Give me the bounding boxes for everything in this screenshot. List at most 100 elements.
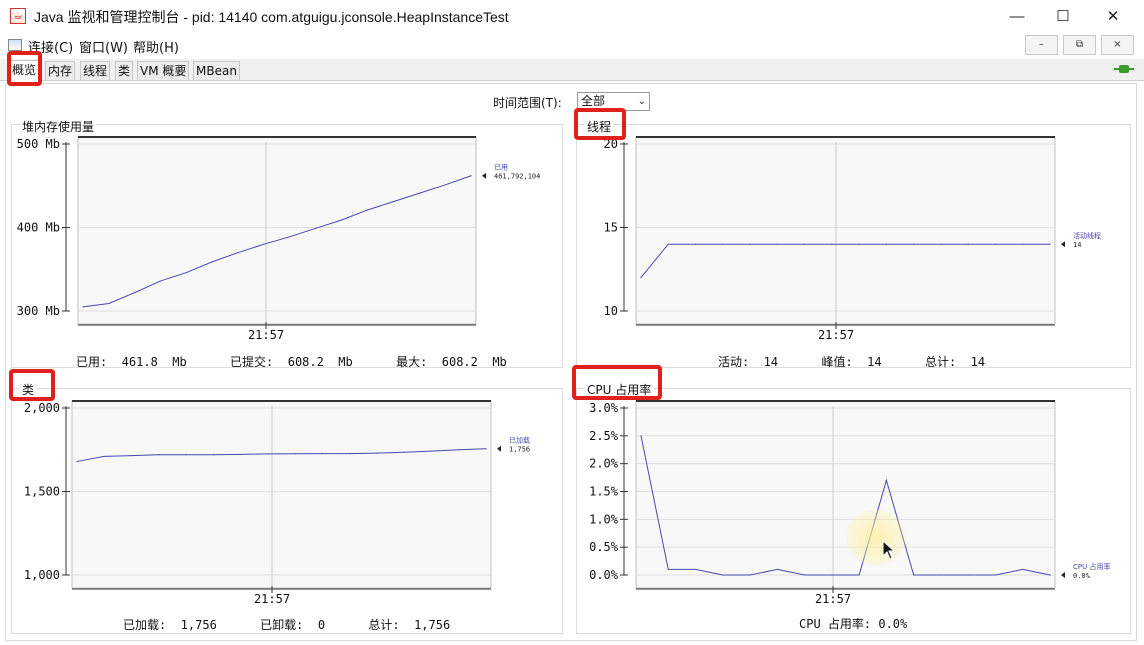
- heap-data-point: [366, 209, 369, 211]
- cpu-legend-name: CPU 占用率: [1073, 562, 1110, 571]
- heap-y-tick-label: 400 Mb: [17, 221, 60, 235]
- heap-y-tick-label: 500 Mb: [17, 137, 60, 151]
- cpu-data-point: [1049, 574, 1051, 576]
- heap-legend-marker-icon: [482, 172, 486, 179]
- cpu-data-point: [831, 574, 833, 576]
- classes-stats: 已加载: 1,756 已卸载: 0 总计: 1,756: [123, 618, 451, 632]
- heap-legend-value: 461,792,104: [494, 173, 540, 181]
- cpu-stats: CPU 占用率: 0.0%: [799, 617, 908, 631]
- heap-legend-name: 已用: [494, 164, 508, 172]
- cpu-data-point: [967, 574, 969, 576]
- threads-legend-marker-icon: [1061, 241, 1065, 248]
- cpu-legend-value: 0.0%: [1073, 572, 1091, 580]
- heap-data-point: [289, 236, 291, 238]
- heap-data-point: [108, 302, 110, 305]
- cpu-y-tick-label: 2.0%: [589, 457, 619, 471]
- threads-data-point: [804, 243, 806, 245]
- cpu-plot-area: [635, 400, 1056, 589]
- cpu-data-point: [994, 574, 997, 576]
- heap-data-point: [470, 175, 472, 177]
- heap-data-point: [444, 184, 446, 186]
- classes-plot-area: [71, 400, 492, 589]
- classes-legend-name: 已加载: [509, 436, 530, 445]
- classes-data-point: [376, 452, 378, 454]
- classes-y-tick-label: 1,500: [24, 485, 60, 499]
- heap-data-point: [160, 280, 162, 282]
- threads-data-point: [967, 243, 969, 245]
- classes-data-point: [349, 452, 351, 455]
- cpu-data-point: [694, 568, 697, 571]
- heap-data-point: [392, 201, 394, 203]
- classes-data-point: [158, 454, 160, 456]
- classes-data-point: [321, 452, 323, 455]
- heap-data-point: [263, 243, 265, 245]
- threads-data-point: [640, 277, 642, 279]
- threads-legend-value: 14: [1073, 241, 1081, 249]
- threads-data-point: [940, 243, 942, 245]
- cpu-data-point: [885, 479, 888, 481]
- classes-x-tick-label: 21:57: [254, 592, 290, 606]
- heap-stats: 已用: 461.8 Mb 已提交: 608.2 Mb 最大: 608.2 Mb: [76, 355, 507, 369]
- cpu-data-point: [722, 574, 724, 576]
- classes-data-point: [212, 454, 214, 456]
- cpu-y-tick-label: 0.0%: [589, 568, 619, 582]
- classes-y-tick-label: 1,000: [24, 568, 60, 582]
- cpu-data-point: [940, 574, 942, 576]
- threads-data-point: [776, 243, 778, 245]
- cursor-highlight: [846, 510, 906, 565]
- highlight-overview-tab: [7, 51, 42, 86]
- classes-data-point: [267, 453, 269, 455]
- cpu-y-tick-label: 0.5%: [589, 540, 619, 554]
- classes-y-tick-label: 2,000: [24, 401, 60, 415]
- threads-data-point: [1049, 243, 1051, 245]
- threads-y-tick-label: 10: [604, 304, 618, 318]
- heap-y-tick-label: 300 Mb: [17, 304, 60, 318]
- threads-y-tick-label: 15: [604, 221, 618, 235]
- threads-data-point: [858, 243, 860, 245]
- heap-data-point: [237, 251, 239, 254]
- highlight-threads-title: [574, 108, 626, 140]
- highlight-classes-title: [9, 369, 55, 401]
- classes-data-point: [458, 449, 460, 451]
- heap-data-point: [341, 219, 343, 221]
- classes-data-point: [240, 453, 242, 456]
- threads-data-point: [913, 243, 915, 245]
- charts-layer: 500 Mb400 Mb300 Mb21:57已用461,792,1042015…: [17, 136, 1110, 606]
- cpu-y-tick-label: 1.5%: [589, 485, 619, 499]
- cpu-legend-marker-icon: [1061, 572, 1065, 578]
- threads-data-point: [1022, 243, 1024, 245]
- heap-plot-area: [77, 136, 477, 325]
- heap-data-point: [134, 292, 136, 294]
- classes-data-point: [185, 454, 187, 456]
- classes-data-point: [485, 448, 487, 450]
- highlight-cpu-title: [572, 365, 662, 400]
- cpu-y-tick-label: 3.0%: [589, 401, 619, 415]
- classes-legend-value: 1,756: [509, 446, 530, 454]
- cpu-data-point: [1022, 568, 1024, 571]
- classes-data-point: [103, 455, 105, 458]
- classes-data-point: [294, 453, 296, 455]
- cpu-data-point: [749, 574, 751, 576]
- threads-data-point: [667, 243, 669, 245]
- cpu-y-tick-label: 1.0%: [589, 512, 619, 526]
- classes-chart: 2,000 1,500 1,000 21:57 已加载1,756: [24, 400, 530, 606]
- threads-data-point: [694, 243, 697, 245]
- threads-legend-name: 活动线程: [1073, 231, 1101, 240]
- cpu-data-point: [640, 435, 642, 437]
- threads-data-point: [831, 243, 833, 245]
- classes-data-point: [403, 451, 405, 453]
- heap-data-point: [82, 306, 84, 308]
- classes-data-point: [430, 450, 433, 452]
- heap-data-point: [315, 227, 317, 229]
- threads-data-point: [722, 243, 724, 245]
- cpu-y-tick-label: 2.5%: [589, 429, 619, 443]
- cpu-chart: 3.0% 2.5% 2.0% 1.5% 1.0% 0.5% 0.0% 21:57 CPU 占用率…: [589, 400, 1110, 606]
- heap-data-point: [185, 271, 188, 274]
- heap-chart: 500 Mb 400 Mb 300 Mb 21:57 已用461,792,104: [17, 136, 540, 342]
- heap-x-tick-label: 21:57: [248, 328, 284, 342]
- threads-data-point: [749, 243, 751, 245]
- threads-stats: 活动: 14 峰值: 14 总计: 14: [718, 355, 986, 369]
- cpu-data-point: [804, 574, 806, 576]
- classes-data-point: [130, 454, 133, 457]
- threads-data-point: [994, 243, 997, 245]
